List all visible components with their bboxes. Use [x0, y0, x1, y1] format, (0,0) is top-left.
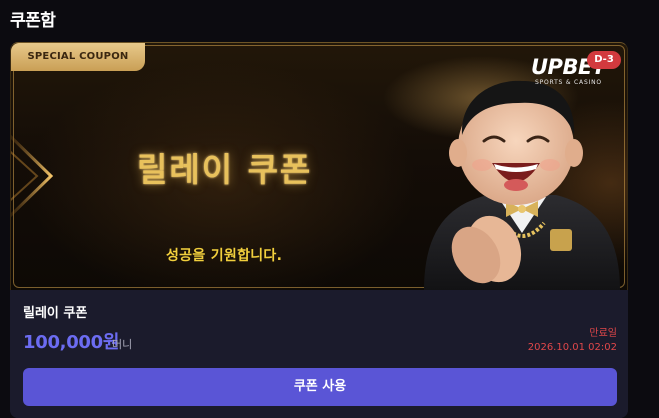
coupon-info: 릴레이 쿠폰 100,000원 머니 만료일 2026.10.01 02:02 …	[10, 290, 628, 418]
expiry-date: 2026.10.01 02:02	[527, 342, 617, 353]
coupon-amount-unit: 머니	[112, 338, 133, 351]
coupon-card: SPECIAL COUPON 릴레이 쿠폰 성공을 기원합니다. UPBET S…	[10, 42, 628, 418]
dday-badge: D-3	[587, 51, 621, 69]
banner-title: 릴레이 쿠폰	[137, 150, 313, 189]
coupon-page: 쿠폰함 SPECIAL COUPON 릴레이 쿠폰 성공을 기원합니다. UPB…	[0, 0, 659, 418]
page-title: 쿠폰함	[10, 11, 56, 31]
banner-subtitle: 성공을 기원합니다.	[166, 248, 283, 264]
special-coupon-badge: SPECIAL COUPON	[11, 43, 145, 71]
coupon-name: 릴레이 쿠폰	[23, 306, 88, 321]
brand-tagline: SPORTS & CASINO	[535, 79, 602, 86]
mascot-illustration	[424, 80, 620, 290]
coupon-amount: 100,000원	[23, 332, 120, 353]
expiry-label: 만료일	[589, 328, 617, 339]
use-coupon-button[interactable]: 쿠폰 사용	[23, 368, 617, 406]
chevron-right-icon	[11, 134, 54, 218]
coupon-banner: SPECIAL COUPON 릴레이 쿠폰 성공을 기원합니다. UPBET S…	[10, 42, 628, 290]
